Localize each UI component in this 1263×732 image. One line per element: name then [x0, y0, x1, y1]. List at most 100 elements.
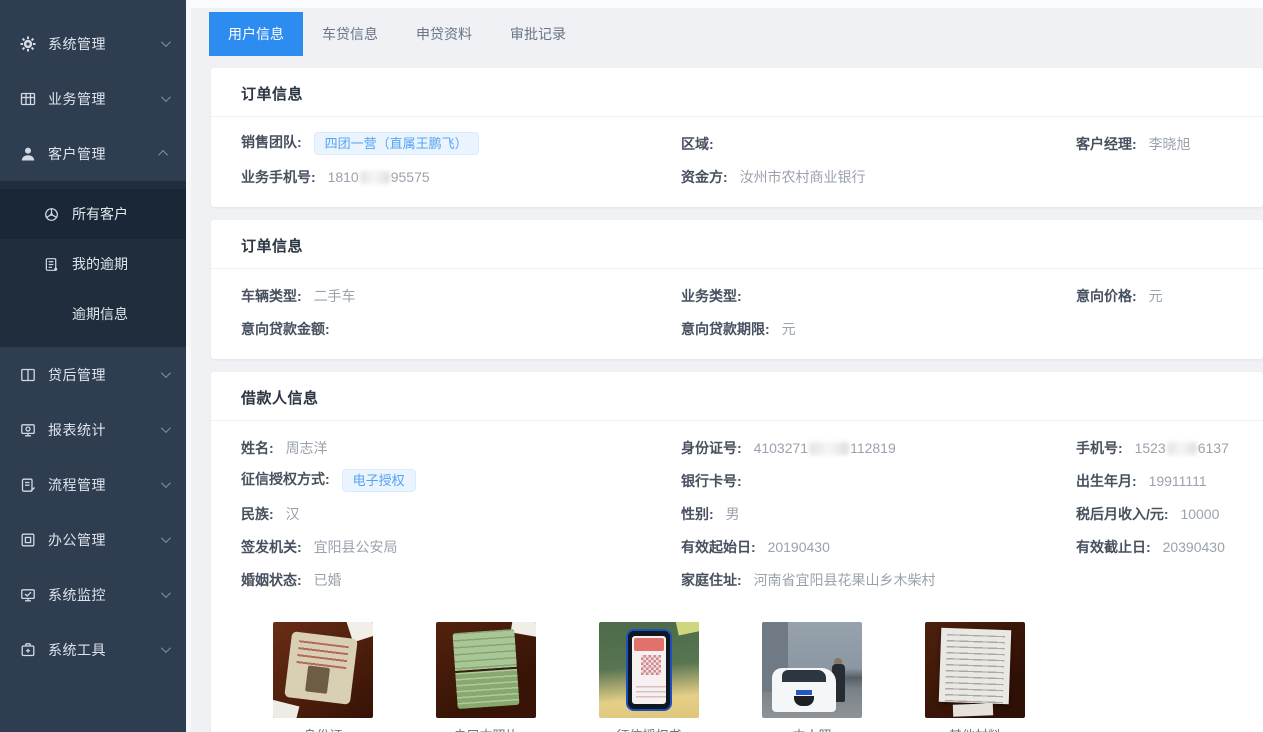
borrower-info-card: 借款人信息 姓名: 周志洋 身份证号: 4103271112819 手机号: 1…	[211, 372, 1263, 732]
sidebar-item-my-overdue[interactable]: 我的逾期	[0, 239, 186, 289]
field-label: 业务手机号:	[241, 169, 316, 185]
square-in-square-icon	[20, 532, 36, 548]
sidebar-item-label: 系统管理	[48, 34, 161, 54]
chevron-down-icon	[161, 478, 171, 488]
sidebar-item-office-mgmt[interactable]: 办公管理	[0, 512, 186, 567]
tab-loan-application-docs[interactable]: 申贷资料	[397, 12, 491, 56]
sidebar-item-report-stats[interactable]: 报表统计	[0, 402, 186, 457]
sidebar-item-system-tools[interactable]: 系统工具	[0, 622, 186, 677]
main-content: 用户信息 车贷信息 申贷资料 审批记录 订单信息 销售团队: 四团一营（直属王鹏…	[191, 0, 1263, 732]
field-value: 95575	[391, 169, 430, 185]
field-vehicle-type: 车辆类型: 二手车	[241, 286, 681, 306]
field-value: 元	[782, 321, 796, 337]
field-gender: 性别: 男	[681, 504, 1076, 524]
field-label: 婚姻状态:	[241, 572, 302, 588]
field-label: 资金方:	[681, 169, 728, 185]
field-id-number: 身份证号: 4103271112819	[681, 438, 1076, 458]
field-intent-loan-amount: 意向贷款金额:	[241, 319, 681, 339]
field-label: 区域:	[681, 136, 714, 152]
field-label: 手机号:	[1076, 440, 1123, 456]
sidebar-item-label: 我的逾期	[72, 254, 128, 274]
sidebar-item-overdue-info[interactable]: 逾期信息	[0, 289, 186, 339]
field-value: 元	[1149, 288, 1163, 304]
field-label: 性别:	[681, 506, 714, 522]
book-icon	[20, 367, 36, 383]
tab-user-info[interactable]: 用户信息	[209, 12, 303, 56]
photo-caption: 征信授权书	[599, 725, 699, 732]
sidebar-item-all-customers[interactable]: 所有客户	[0, 189, 186, 239]
card-title: 订单信息	[241, 83, 1233, 104]
sidebar-item-label: 办公管理	[48, 530, 161, 550]
sales-team-tag[interactable]: 四团一营（直属王鹏飞）	[314, 132, 479, 156]
user-icon	[20, 146, 36, 162]
clipboard-icon	[20, 477, 36, 493]
field-intent-loan-term: 意向贷款期限: 元	[681, 319, 1076, 339]
sidebar-item-system-monitor[interactable]: 系统监控	[0, 567, 186, 622]
tab-car-loan-info[interactable]: 车贷信息	[303, 12, 397, 56]
photo-item: 身份证	[273, 622, 373, 732]
redaction-blur	[1167, 442, 1197, 455]
field-sales-team: 销售团队: 四团一营（直属王鹏飞）	[241, 132, 681, 156]
sidebar-item-business-mgmt[interactable]: 业务管理	[0, 71, 186, 126]
field-value: 20390430	[1163, 539, 1225, 555]
credit-auth-tag: 电子授权	[342, 469, 416, 493]
sidebar-item-system-mgmt[interactable]: 系统管理	[0, 16, 186, 71]
field-label: 意向价格:	[1076, 288, 1137, 304]
customer-mgmt-submenu: 所有客户 我的逾期 逾期信息	[0, 181, 186, 347]
field-business-type: 业务类型:	[681, 286, 1076, 306]
field-label: 民族:	[241, 506, 274, 522]
tab-approval-records[interactable]: 审批记录	[491, 12, 585, 56]
sidebar-item-label: 所有客户	[72, 204, 128, 224]
field-ethnicity: 民族: 汉	[241, 504, 681, 524]
field-label: 签发机关:	[241, 539, 302, 555]
notebook-icon	[44, 257, 59, 272]
sidebar-item-label: 报表统计	[48, 420, 161, 440]
field-funder: 资金方: 汝州市农村商业银行	[681, 167, 1076, 187]
photo-caption: 本人照	[762, 725, 862, 732]
photo-caption: 其他材料	[925, 725, 1025, 732]
top-strip	[191, 0, 1263, 8]
field-label: 银行卡号:	[681, 473, 742, 489]
photo-caption: 户口本照片	[436, 725, 536, 732]
field-name: 姓名: 周志洋	[241, 438, 681, 458]
card-title: 订单信息	[241, 235, 1233, 256]
sidebar-item-label: 贷后管理	[48, 365, 161, 385]
grid-icon	[20, 91, 36, 107]
chevron-down-icon	[161, 37, 171, 47]
id-card-photo[interactable]	[273, 622, 373, 718]
redaction-blur	[360, 171, 390, 184]
other-document-photo[interactable]	[925, 622, 1025, 718]
field-value: 1810	[328, 169, 359, 185]
sidebar-item-label: 逾期信息	[72, 304, 128, 324]
field-label: 征信授权方式:	[241, 471, 330, 487]
chevron-down-icon	[161, 643, 171, 653]
sidebar-item-workflow-mgmt[interactable]: 流程管理	[0, 457, 186, 512]
field-value: 河南省宜阳县花果山乡木柴村	[754, 572, 936, 588]
field-value: 宜阳县公安局	[314, 539, 398, 555]
field-phone: 手机号: 15236137	[1076, 438, 1233, 458]
field-value: 6137	[1198, 440, 1229, 456]
field-value: 汝州市农村商业银行	[740, 169, 866, 185]
field-label: 税后月收入/元:	[1076, 506, 1169, 522]
chevron-down-icon	[161, 423, 171, 433]
person-with-car-photo[interactable]	[762, 622, 862, 718]
order-info-card-1: 订单信息 销售团队: 四团一营（直属王鹏飞） 区域: 客户经理: 李晓旭 业务手	[211, 68, 1263, 207]
field-label: 姓名:	[241, 440, 274, 456]
field-value: 二手车	[314, 288, 356, 304]
field-value: 20190430	[768, 539, 830, 555]
field-label: 出生年月:	[1076, 473, 1137, 489]
field-valid-to: 有效截止日: 20390430	[1076, 537, 1233, 557]
redaction-blur	[809, 442, 849, 455]
field-value: 112819	[850, 440, 896, 456]
sidebar-item-customer-mgmt[interactable]: 客户管理	[0, 126, 186, 181]
sidebar-item-postloan-mgmt[interactable]: 贷后管理	[0, 347, 186, 402]
field-intent-price: 意向价格: 元	[1076, 286, 1233, 306]
chevron-down-icon	[161, 92, 171, 102]
field-label: 家庭住址:	[681, 572, 742, 588]
photo-item: 其他材料	[925, 622, 1025, 732]
monitor-icon	[20, 422, 36, 438]
credit-auth-photo[interactable]	[599, 622, 699, 718]
toolbox-icon	[20, 642, 36, 658]
household-register-photo[interactable]	[436, 622, 536, 718]
field-value: 19911111	[1149, 473, 1207, 489]
